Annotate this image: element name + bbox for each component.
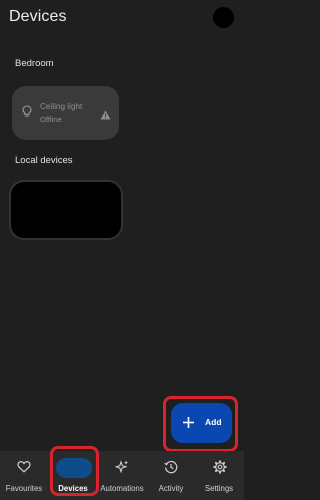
nav-item-settings[interactable]: Settings [195,451,244,500]
device-name: Ceiling light [40,102,83,111]
sparkle-icon [114,460,129,479]
nav-label-automations: Automations [100,484,144,493]
nav-label-activity: Activity [158,484,184,493]
nav-item-automations[interactable]: Automations [97,451,146,500]
lightbulb-icon [22,105,32,123]
history-icon [164,460,178,479]
account-avatar[interactable] [213,7,234,28]
device-status: Offline [40,115,62,124]
nav-item-activity[interactable]: Activity [146,451,195,500]
page-title: Devices [9,8,67,25]
nav-devices-selected-indicator [56,458,92,478]
heart-icon [17,460,31,478]
section-label-local-devices: Local devices [15,155,73,166]
add-button-label: Add [205,417,222,427]
bottom-navigation: Favourites Devices Automations Activity … [0,451,244,500]
nav-label-favourites: Favourites [5,484,43,493]
add-button[interactable]: Add [171,403,232,443]
app-header: Devices [0,0,244,36]
local-device-card[interactable] [11,182,121,238]
gear-icon [213,460,227,479]
warning-icon [100,107,111,125]
section-label-bedroom: Bedroom [15,58,54,69]
device-card-ceiling-light[interactable]: Ceiling light Offline [12,86,119,140]
nav-label-settings: Settings [204,484,234,493]
nav-item-favourites[interactable]: Favourites [0,451,48,500]
plus-icon [182,416,195,434]
